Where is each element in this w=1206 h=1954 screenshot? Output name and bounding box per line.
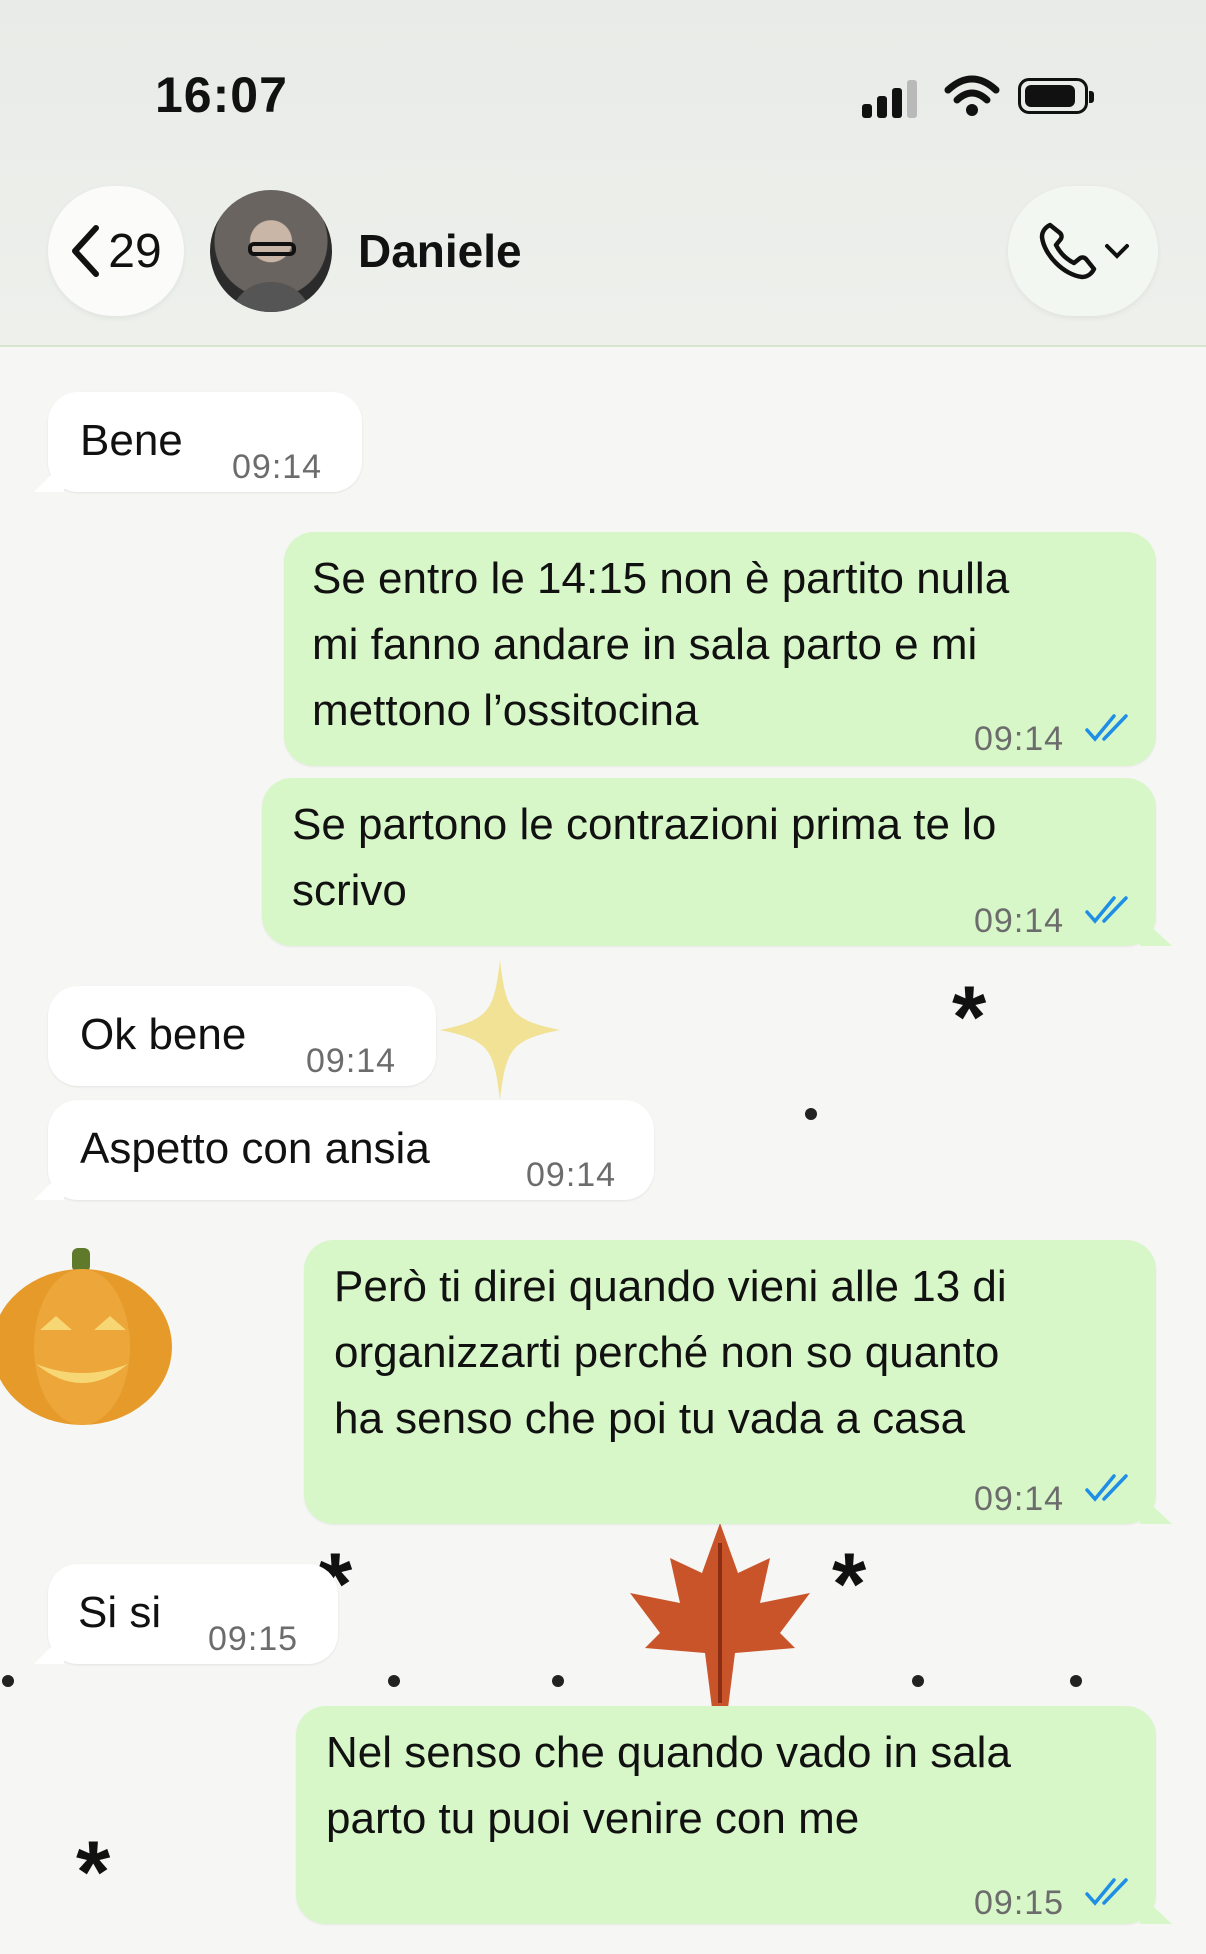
dot-decoration [388,1675,400,1687]
message-text: Aspetto con ansia [80,1124,430,1173]
message-text: Nel senso che quando vado in sala parto … [326,1728,1011,1843]
message-text: Si si [78,1588,162,1637]
read-receipt-icon [1085,1474,1128,1502]
contact-name[interactable]: Daniele [358,224,522,278]
pumpkin-icon [0,1242,175,1437]
back-button[interactable]: 29 [48,186,184,316]
read-receipt-icon [1085,714,1128,742]
message-bubble-outgoing[interactable]: Se entro le 14:15 non è partito nulla mi… [284,532,1156,766]
message-time: 09:15 [974,1884,1065,1922]
cellular-signal-icon [862,78,922,118]
chat-header: 16:07 29 Daniele [0,0,1206,347]
call-button[interactable] [1008,186,1158,316]
message-bubble-outgoing[interactable]: Nel senso che quando vado in sala parto … [296,1706,1156,1924]
chevron-left-icon [72,225,100,277]
snowflake-icon: * [76,1822,111,1921]
read-receipt-icon [1085,1878,1128,1906]
message-bubble-outgoing[interactable]: Però ti direi quando vieni alle 13 di or… [304,1240,1156,1524]
message-bubble-incoming[interactable]: Si si 09:15 [48,1564,338,1664]
message-text: Bene [80,416,183,465]
message-time: 09:14 [526,1156,617,1194]
avatar[interactable] [210,190,332,312]
message-time: 09:14 [232,448,323,486]
sparkle-icon [440,960,560,1105]
message-time: 09:14 [306,1042,397,1080]
dot-decoration [2,1675,14,1687]
message-text: Ok bene [80,1010,247,1059]
message-bubble-incoming[interactable]: Bene 09:14 [48,392,362,492]
wifi-icon [944,74,1000,123]
snowflake-icon: * [952,967,987,1066]
phone-icon [1039,222,1097,280]
message-text: Se partono le contrazioni prima te lo sc… [292,800,997,915]
message-bubble-incoming[interactable]: Aspetto con ansia 09:14 [48,1100,654,1200]
message-time: 09:14 [974,1480,1065,1518]
message-text: Però ti direi quando vieni alle 13 di or… [334,1262,1007,1443]
maple-leaf-icon [620,1513,820,1718]
dot-decoration [1070,1675,1082,1687]
chevron-down-icon [1105,244,1129,259]
battery-icon [1018,78,1094,114]
status-time: 16:07 [155,67,288,123]
read-receipt-icon [1085,896,1128,924]
message-bubble-incoming[interactable]: Ok bene 09:14 [48,986,436,1086]
dot-decoration [552,1675,564,1687]
snowflake-icon: * [832,1534,867,1633]
message-bubble-outgoing[interactable]: Se partono le contrazioni prima te lo sc… [262,778,1156,946]
unread-count: 29 [108,224,162,278]
dot-decoration [912,1675,924,1687]
message-time: 09:14 [974,902,1065,940]
message-time: 09:15 [208,1620,299,1658]
message-time: 09:14 [974,720,1065,758]
message-text: Se entro le 14:15 non è partito nulla mi… [312,554,1010,735]
dot-decoration [805,1108,817,1120]
